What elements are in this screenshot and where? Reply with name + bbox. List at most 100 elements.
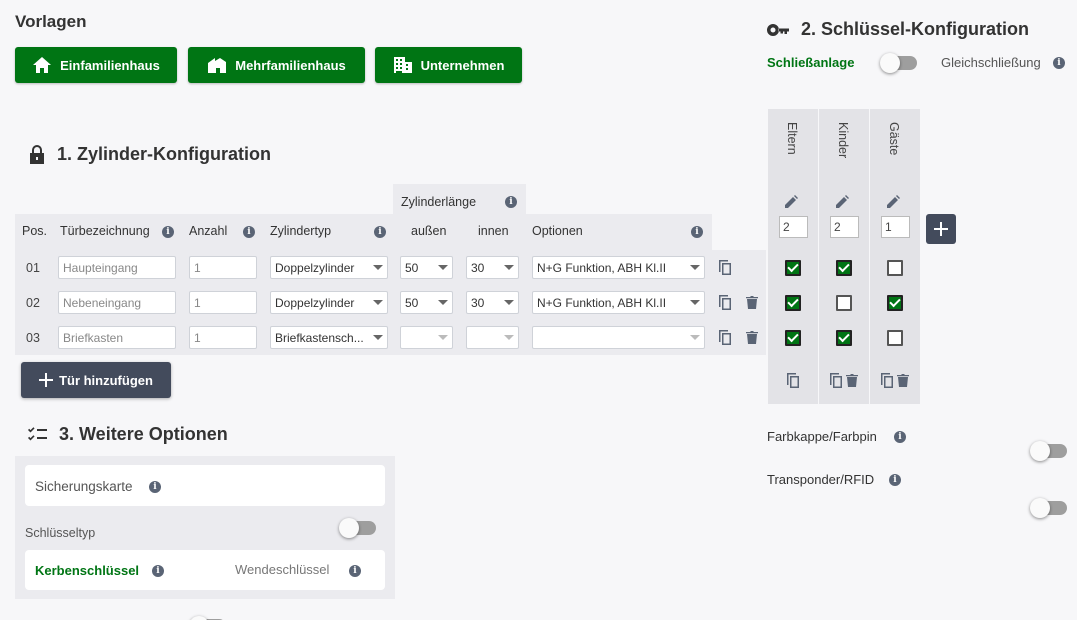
row-position: 03 — [26, 331, 40, 345]
add-door-button[interactable]: Tür hinzufügen — [21, 362, 171, 398]
key-access-checkbox[interactable] — [836, 260, 852, 276]
key-quantity-input[interactable]: 1 — [881, 216, 910, 238]
edit-key-name-button[interactable] — [836, 195, 849, 213]
header-outer: außen — [411, 224, 447, 238]
info-icon[interactable]: i — [691, 226, 703, 238]
delete-key-column-button[interactable] — [897, 374, 909, 392]
trash-icon — [746, 331, 758, 344]
info-icon[interactable]: i — [505, 196, 517, 208]
select-value: 50 — [405, 295, 419, 310]
info-icon[interactable]: i — [243, 226, 255, 238]
key-type-active-label[interactable]: Kerbenschlüssel — [35, 563, 139, 578]
key-access-checkbox[interactable] — [887, 260, 903, 276]
template-button-multi-family[interactable]: Mehrfamilienhaus — [188, 47, 365, 83]
inner-length-select[interactable]: 30 — [466, 256, 519, 279]
key-access-checkbox[interactable] — [785, 295, 801, 311]
select-value: Doppelzylinder — [275, 295, 355, 310]
templates-title: Vorlagen — [15, 12, 87, 31]
key-access-checkbox[interactable] — [785, 260, 801, 276]
copy-icon — [719, 260, 731, 275]
door-name-input[interactable]: Briefkasten — [58, 326, 176, 349]
template-button-label: Einfamilienhaus — [60, 57, 160, 73]
info-icon[interactable]: i — [894, 431, 906, 443]
template-button-company[interactable]: Unternehmen — [375, 47, 522, 83]
options-select[interactable]: N+G Funktion, ABH Kl.II — [532, 256, 705, 279]
chevron-down-icon — [690, 335, 700, 340]
copy-icon — [719, 330, 731, 345]
chevron-down-icon — [504, 335, 514, 340]
security-card-label: Sicherungskarte — [35, 479, 133, 494]
key-quantity-input[interactable]: 2 — [779, 216, 808, 238]
toggle-knob — [339, 518, 359, 538]
pencil-icon — [887, 195, 900, 208]
door-name-input[interactable]: Nebeneingang — [58, 291, 176, 314]
outer-length-select[interactable]: 50 — [400, 291, 453, 314]
info-icon[interactable]: i — [1053, 57, 1065, 69]
cylinder-type-select[interactable]: Briefkastensch... — [270, 326, 388, 349]
delete-row-button[interactable] — [746, 331, 758, 349]
cylinder-type-select[interactable]: Doppelzylinder — [270, 291, 388, 314]
count-input[interactable]: 1 — [189, 256, 257, 279]
key-quantity-input[interactable]: 2 — [830, 216, 859, 238]
key-access-checkbox[interactable] — [836, 295, 852, 311]
options-select[interactable]: N+G Funktion, ABH Kl.II — [532, 291, 705, 314]
chevron-down-icon — [373, 300, 383, 305]
key-access-checkbox[interactable] — [785, 330, 801, 346]
delete-row-button[interactable] — [746, 296, 758, 314]
lock-icon — [30, 144, 44, 164]
info-icon[interactable]: i — [374, 226, 386, 238]
header-door: Türbezeichnung — [60, 224, 150, 238]
toggle-knob — [189, 616, 209, 620]
inner-length-select[interactable]: 30 — [466, 291, 519, 314]
key-access-checkbox[interactable] — [887, 295, 903, 311]
key-access-checkbox[interactable] — [836, 330, 852, 346]
color-cap-toggle[interactable] — [1030, 441, 1067, 461]
copy-key-column-button[interactable] — [829, 373, 843, 394]
chevron-down-icon — [504, 265, 514, 270]
key-config-title: 2. Schlüssel-Konfiguration — [767, 19, 1029, 40]
info-icon[interactable]: i — [889, 474, 901, 486]
copy-row-button[interactable] — [718, 295, 732, 316]
inner-length-select[interactable] — [466, 326, 519, 349]
copy-row-button[interactable] — [718, 330, 732, 351]
outer-length-select[interactable] — [400, 326, 453, 349]
copy-row-button[interactable] — [718, 260, 732, 281]
key-mode-inactive-label[interactable]: Gleichschließung — [941, 55, 1041, 70]
copy-key-column-button[interactable] — [880, 373, 894, 394]
transponder-toggle[interactable] — [1030, 498, 1067, 518]
key-column-name: Eltern — [785, 122, 799, 155]
info-icon[interactable]: i — [162, 226, 174, 238]
toggle-knob — [1030, 441, 1050, 461]
count-input[interactable]: 1 — [189, 291, 257, 314]
door-name-input[interactable]: Haupteingang — [58, 256, 176, 279]
edit-key-name-button[interactable] — [785, 195, 798, 213]
template-button-single-family[interactable]: Einfamilienhaus — [15, 47, 177, 83]
key-access-checkbox[interactable] — [887, 330, 903, 346]
security-card-toggle[interactable] — [339, 518, 376, 538]
info-icon[interactable]: i — [152, 565, 164, 577]
key-type-label: Schlüsseltyp — [25, 526, 96, 540]
chevron-down-icon — [438, 265, 448, 270]
key-type-inactive-label[interactable]: Wendeschlüssel — [235, 562, 329, 577]
count-input[interactable]: 1 — [189, 326, 257, 349]
add-key-column-button[interactable] — [926, 214, 956, 244]
options-select[interactable] — [532, 326, 705, 349]
key-mode-active-label[interactable]: Schließanlage — [767, 55, 854, 70]
key-mode-toggle[interactable] — [880, 53, 917, 73]
info-icon[interactable]: i — [149, 481, 161, 493]
pencil-icon — [836, 195, 849, 208]
outer-length-select[interactable]: 50 — [400, 256, 453, 279]
edit-key-name-button[interactable] — [887, 195, 900, 213]
select-value: Doppelzylinder — [275, 260, 355, 275]
add-door-label: Tür hinzufügen — [59, 372, 153, 388]
copy-key-column-button[interactable] — [786, 373, 800, 394]
info-icon[interactable]: i — [349, 565, 361, 577]
key-config-title-text: 2. Schlüssel-Konfiguration — [801, 19, 1030, 39]
option-color-cap-label: Farbkappe/Farbpin — [767, 429, 877, 444]
cylinder-type-select[interactable]: Doppelzylinder — [270, 256, 388, 279]
checklist-icon — [28, 426, 47, 440]
header-count: Anzahl — [189, 224, 228, 238]
select-value: N+G Funktion, ABH Kl.II — [537, 295, 667, 310]
delete-key-column-button[interactable] — [846, 374, 858, 392]
option-transponder-label: Transponder/RFID — [767, 472, 875, 487]
